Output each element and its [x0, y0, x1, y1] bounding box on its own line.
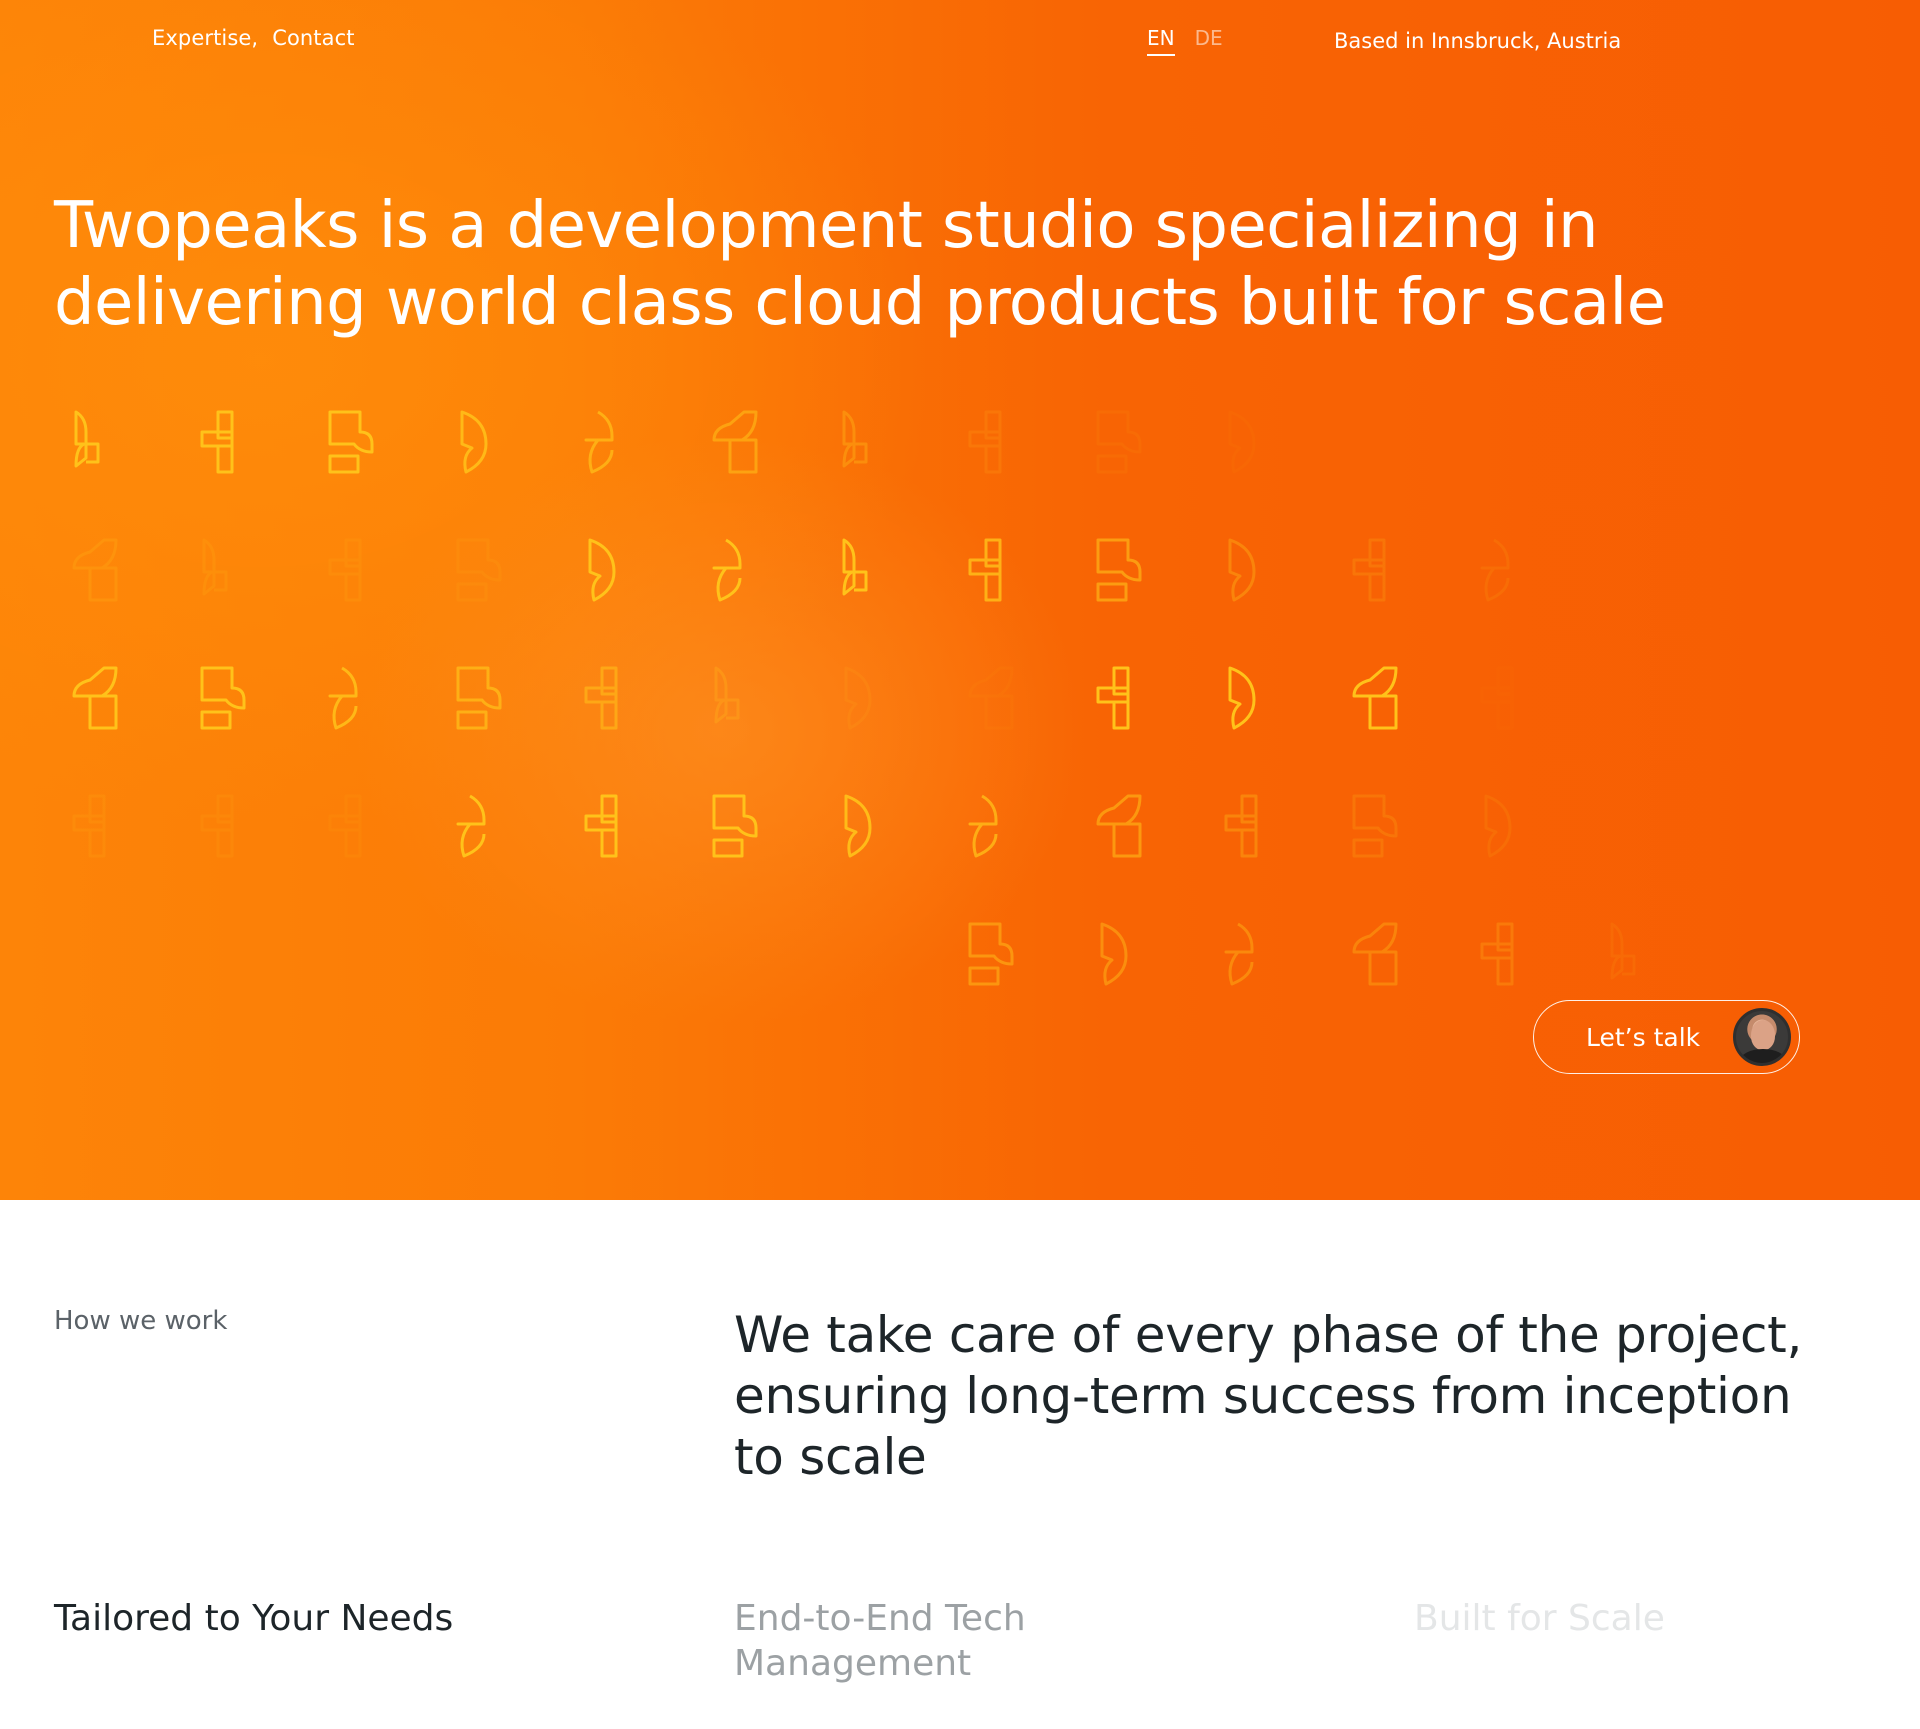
logo-glyph [588, 538, 616, 602]
logo-glyph [1096, 410, 1142, 474]
logo-glyph [1228, 538, 1256, 602]
logo-glyph [968, 410, 1002, 474]
logo-glyph [844, 666, 872, 730]
logo-glyph [1096, 794, 1142, 858]
logo-glyph [1228, 410, 1256, 474]
logo-glyph [1610, 922, 1636, 980]
logo-glyph [1100, 922, 1128, 986]
feature-tailored: Tailored to Your Needs [54, 1598, 454, 1639]
logo-glyph [202, 538, 228, 596]
logo-glyph [328, 410, 374, 474]
logo-glyph [968, 922, 1014, 986]
logo-glyph [1480, 538, 1510, 602]
logo-glyph [712, 410, 758, 474]
logo-glyph [1352, 666, 1398, 730]
logo-glyph [1482, 668, 1512, 728]
logo-glyph [968, 794, 998, 858]
logo-glyph [844, 794, 872, 858]
logo-glyph [712, 538, 742, 602]
logo-glyph [584, 410, 614, 474]
avatar-shirt [1740, 1049, 1786, 1063]
avatar [1733, 1008, 1791, 1066]
logo-glyph [74, 410, 100, 468]
logo-glyph [584, 794, 618, 858]
logo-glyph [584, 666, 618, 730]
logo-glyph [200, 666, 246, 730]
logo-glyph [200, 794, 234, 858]
logo-glyph [1224, 922, 1254, 986]
logo-glyph [1352, 794, 1398, 858]
logo-glyph [328, 666, 358, 730]
logo-glyph [1484, 794, 1512, 858]
logo-glyph [968, 666, 1014, 730]
logo-glyph [1096, 666, 1130, 730]
logo-glyph [1224, 794, 1258, 858]
logo-glyph [1228, 666, 1256, 730]
how-we-work-statement: We take care of every phase of the proje… [734, 1306, 1803, 1486]
logo-glyph [72, 794, 106, 858]
logo-glyph [328, 794, 362, 858]
logo-glyph [1352, 538, 1386, 602]
logo-glyph [714, 666, 740, 724]
feature-end-to-end: End-to-End Tech Management [734, 1598, 1026, 1684]
logo-glyph [1480, 922, 1514, 986]
logo-glyph [72, 666, 118, 730]
logo-glyph [1096, 538, 1142, 602]
logo-glyph [328, 538, 362, 602]
lets-talk-label: Let’s talk [1586, 1022, 1701, 1052]
hero-section: Expertise, Contact EN DE Based in Innsbr… [0, 0, 1920, 1200]
logo-glyph [1352, 922, 1398, 986]
logo-glyph [842, 538, 868, 596]
logo-glyph [712, 794, 758, 858]
how-we-work-label: How we work [54, 1306, 228, 1336]
logo-glyph [460, 410, 488, 474]
lets-talk-button[interactable]: Let’s talk [1533, 1000, 1800, 1074]
logo-glyph [456, 538, 502, 602]
logo-glyph [72, 538, 118, 602]
logo-glyph [456, 666, 502, 730]
feature-built-for-scale: Built for Scale [1414, 1598, 1665, 1639]
logo-glyph [200, 410, 234, 474]
avatar-face [1751, 1020, 1775, 1050]
logo-glyph [842, 410, 868, 468]
logo-glyph [968, 538, 1002, 602]
logo-glyph [456, 794, 486, 858]
